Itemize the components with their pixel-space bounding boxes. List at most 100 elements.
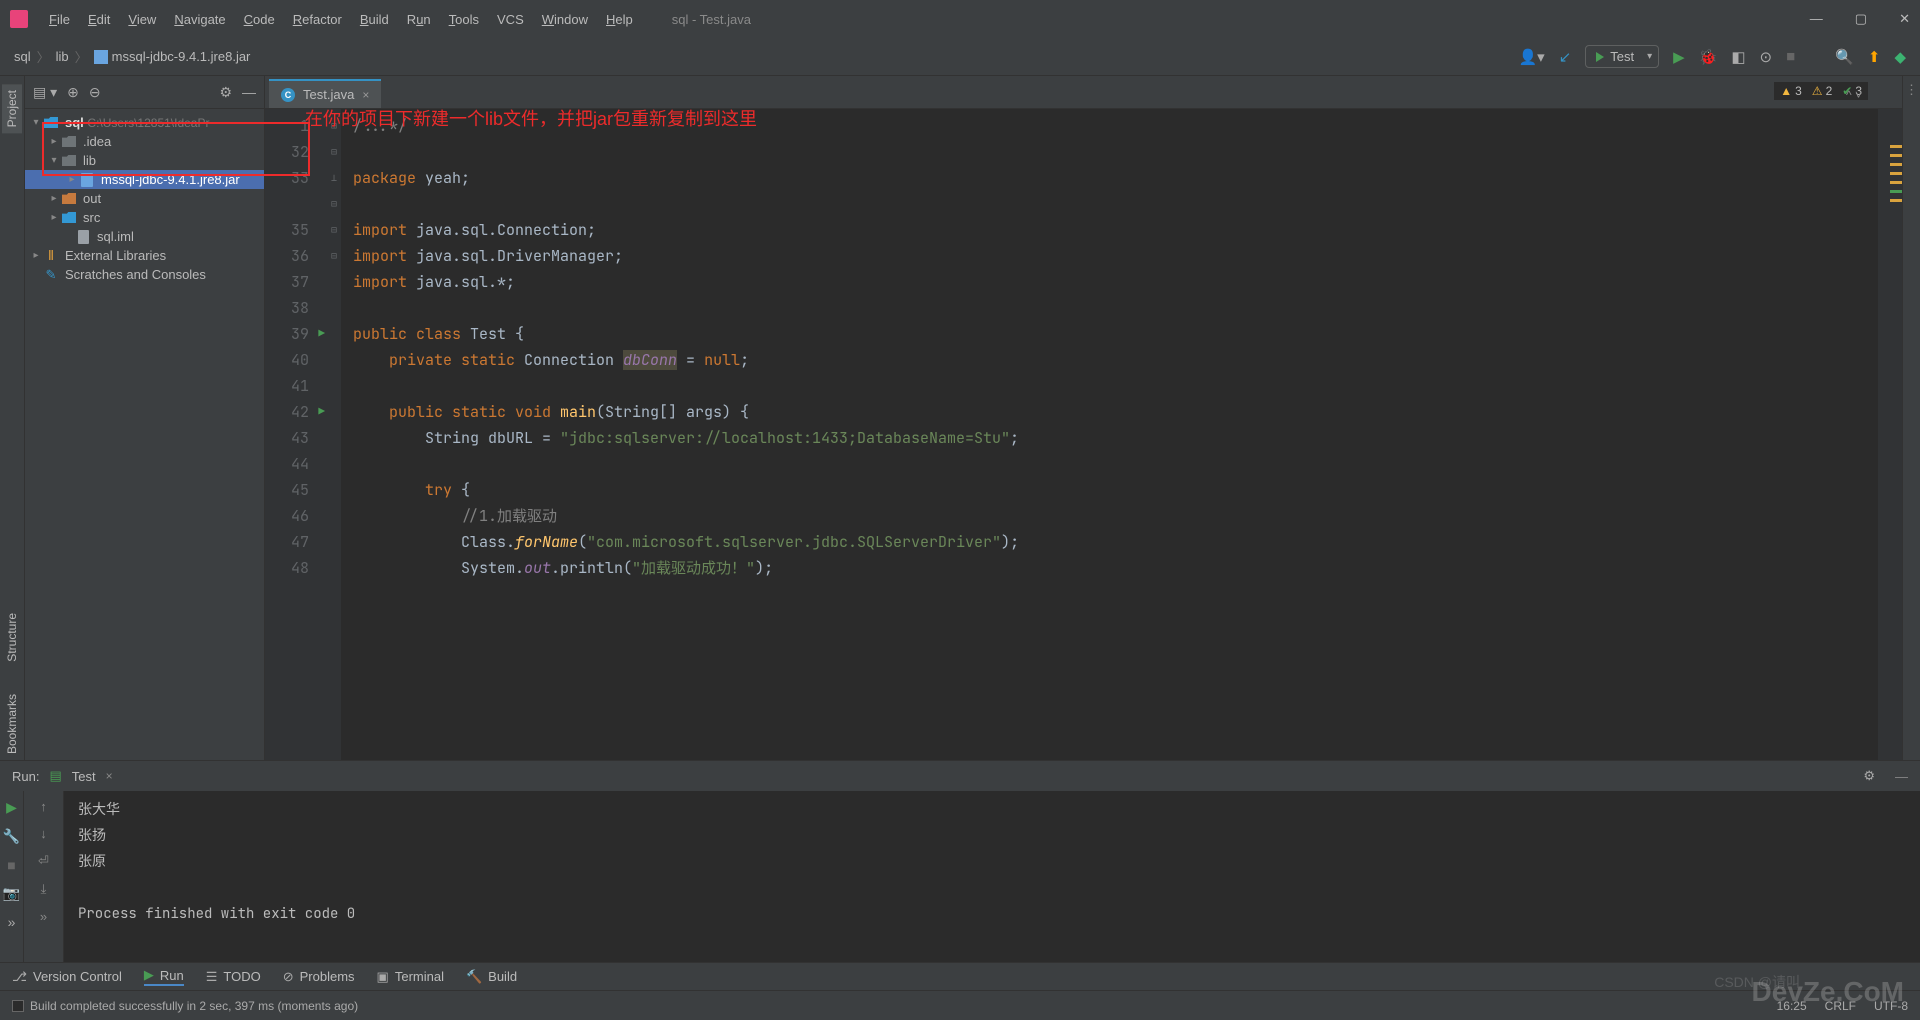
run-toolbar: ▶ 🔧 ■ 📷 » [0, 791, 24, 962]
project-panel: ▤ ▾ ⊕ ⊖ ⚙ — ▾ sql C:\Users\12851\IdeaPr … [25, 76, 265, 760]
btab-terminal[interactable]: ▣Terminal [377, 969, 444, 985]
btab-build[interactable]: 🔨Build [466, 969, 517, 985]
tree-lib[interactable]: ▾lib [25, 151, 264, 170]
menu-tools[interactable]: Tools [440, 8, 488, 31]
file-encoding[interactable]: UTF-8 [1874, 999, 1908, 1013]
menu-vcs[interactable]: VCS [488, 8, 533, 31]
close-button[interactable]: ✕ [1899, 11, 1910, 27]
menu-navigate[interactable]: Navigate [165, 8, 234, 31]
run-config-label: Test [1610, 49, 1634, 64]
profile-button[interactable]: ⊙ [1760, 48, 1773, 66]
editor-area: C Test.java × ▲3 ⚠2 ✔3 ^ ˅ 13233 3536373… [265, 76, 1902, 760]
run-output[interactable]: 张大华 张扬 张原 Process finished with exit cod… [64, 791, 1920, 962]
tree-root[interactable]: ▾ sql C:\Users\12851\IdeaPr [25, 113, 264, 132]
menu-view[interactable]: View [119, 8, 165, 31]
file-tab-test[interactable]: C Test.java × [269, 79, 381, 108]
btab-problems[interactable]: ⊘Problems [283, 969, 355, 985]
menu-edit[interactable]: Edit [79, 8, 119, 31]
menu-window[interactable]: Window [533, 8, 597, 31]
run-hide-icon[interactable]: — [1895, 769, 1908, 784]
tree-external-libs[interactable]: ▸⫴External Libraries [25, 246, 264, 265]
tree-idea[interactable]: ▸.idea [25, 132, 264, 151]
maximize-button[interactable]: ▢ [1855, 11, 1867, 27]
bottom-tool-tabs: ⎇Version Control ▶Run ☰TODO ⊘Problems ▣T… [0, 962, 1920, 990]
settings-icon[interactable]: ⚙ [219, 84, 232, 101]
user-icon[interactable]: 👤▾ [1518, 48, 1544, 66]
debug-button[interactable]: 🐞 [1699, 48, 1718, 66]
run-camera-icon[interactable]: 📷 [3, 885, 20, 902]
run-config-name: Test [72, 769, 96, 784]
run-line-marker-42[interactable]: ▶ [311, 399, 325, 425]
run-toolbar-2: ↑ ↓ ⏎ ⤓ » [24, 791, 64, 962]
btab-todo[interactable]: ☰TODO [206, 969, 261, 985]
soft-wrap-icon[interactable]: ⏎ [38, 853, 49, 869]
tab-structure[interactable]: Structure [2, 607, 22, 668]
scroll-end-icon[interactable]: ⤓ [41, 881, 47, 897]
run-button[interactable]: ▶ [1673, 48, 1685, 66]
menu-build[interactable]: Build [351, 8, 398, 31]
tab-project[interactable]: Project [2, 84, 22, 133]
tree-iml[interactable]: sql.iml [25, 227, 264, 246]
run-stop-icon[interactable]: ■ [7, 857, 15, 873]
tree-src[interactable]: ▸src [25, 208, 264, 227]
caret-position[interactable]: 16:25 [1777, 999, 1807, 1013]
stop-button[interactable]: ■ [1786, 48, 1795, 65]
file-tab-label: Test.java [303, 87, 354, 102]
right-gutter[interactable]: ⋮ [1902, 76, 1920, 760]
titlebar: FFileile Edit View Navigate Code Refacto… [0, 0, 1920, 38]
collapse-icon[interactable]: ⊖ [89, 84, 101, 101]
run-config-selector[interactable]: Test [1585, 45, 1659, 68]
statusbar: Build completed successfully in 2 sec, 3… [0, 990, 1920, 1020]
menu-refactor[interactable]: Refactor [284, 8, 351, 31]
close-tab-icon[interactable]: × [362, 88, 369, 102]
tree-out[interactable]: ▸out [25, 189, 264, 208]
code-content[interactable]: /...*/ package yeah; import java.sql.Con… [341, 109, 1878, 760]
status-indicator-icon[interactable] [12, 1000, 24, 1012]
ide-services-icon[interactable]: ◆ [1894, 48, 1906, 66]
menu-help[interactable]: Help [597, 8, 642, 31]
btab-version-control[interactable]: ⎇Version Control [12, 969, 122, 985]
menu-run[interactable]: Run [398, 8, 440, 31]
more-icon[interactable]: » [40, 909, 47, 924]
play-icon [1596, 52, 1604, 62]
editor-tabs: C Test.java × [265, 76, 1902, 109]
breadcrumb-1[interactable]: sql [14, 49, 31, 64]
menu-file[interactable]: FFileile [40, 8, 79, 31]
coverage-button[interactable]: ◧ [1731, 48, 1745, 66]
expand-icon[interactable]: ⊕ [67, 84, 79, 101]
tree-scratches[interactable]: ✎Scratches and Consoles [25, 265, 264, 284]
stop-button-run[interactable]: 🔧 [3, 828, 20, 845]
left-tool-tabs: Project Structure Bookmarks [0, 76, 25, 760]
editor-body[interactable]: 13233 35363738 39404142 43444546 4748 ▶ … [265, 109, 1902, 760]
breadcrumb-2[interactable]: lib [56, 49, 69, 64]
toolbar: sql〉 lib〉 mssql-jdbc-9.4.1.jre8.jar 👤▾ ↙… [0, 38, 1920, 76]
inspections-widget[interactable]: ▲3 ⚠2 ✔3 ^ ˅ [1774, 82, 1868, 100]
java-class-icon: C [281, 88, 295, 102]
tree-jar[interactable]: ▸mssql-jdbc-9.4.1.jre8.jar [25, 170, 264, 189]
sync-icon[interactable]: ⬆ [1868, 48, 1881, 66]
down-icon[interactable]: ↓ [40, 826, 47, 841]
minimize-button[interactable]: — [1810, 11, 1823, 27]
build-icon[interactable]: ↙ [1559, 48, 1572, 66]
breadcrumb-3[interactable]: mssql-jdbc-9.4.1.jre8.jar [94, 49, 251, 65]
run-tool-window: Run: ▤ Test × ⚙ — ▶ 🔧 ■ 📷 » ↑ ↓ ⏎ ⤓ » 张大… [0, 760, 1920, 962]
breadcrumb: sql〉 lib〉 mssql-jdbc-9.4.1.jre8.jar [14, 47, 250, 66]
menu-code[interactable]: Code [235, 8, 284, 31]
hide-icon[interactable]: — [242, 84, 256, 100]
fold-bar[interactable]: ⊞⊟⊥ ⊟⊟⊟ [327, 109, 341, 760]
up-icon[interactable]: ↑ [40, 799, 47, 814]
project-dropdown-icon[interactable]: ▤ ▾ [33, 84, 57, 101]
run-label: Run: [12, 769, 39, 784]
rerun-button[interactable]: ▶ [6, 799, 17, 816]
error-stripe[interactable] [1878, 109, 1902, 760]
tab-bookmarks[interactable]: Bookmarks [2, 688, 22, 760]
line-separator[interactable]: CRLF [1825, 999, 1856, 1013]
run-tab-close[interactable]: × [106, 769, 113, 783]
window-title: sql - Test.java [672, 12, 751, 27]
search-icon[interactable]: 🔍 [1835, 48, 1854, 66]
run-line-marker-39[interactable]: ▶ [311, 321, 325, 347]
run-settings-icon[interactable]: ⚙ [1863, 768, 1875, 784]
btab-run[interactable]: ▶Run [144, 967, 184, 986]
gutter[interactable]: 13233 35363738 39404142 43444546 4748 ▶ … [265, 109, 327, 760]
run-more-icon[interactable]: » [8, 914, 16, 930]
